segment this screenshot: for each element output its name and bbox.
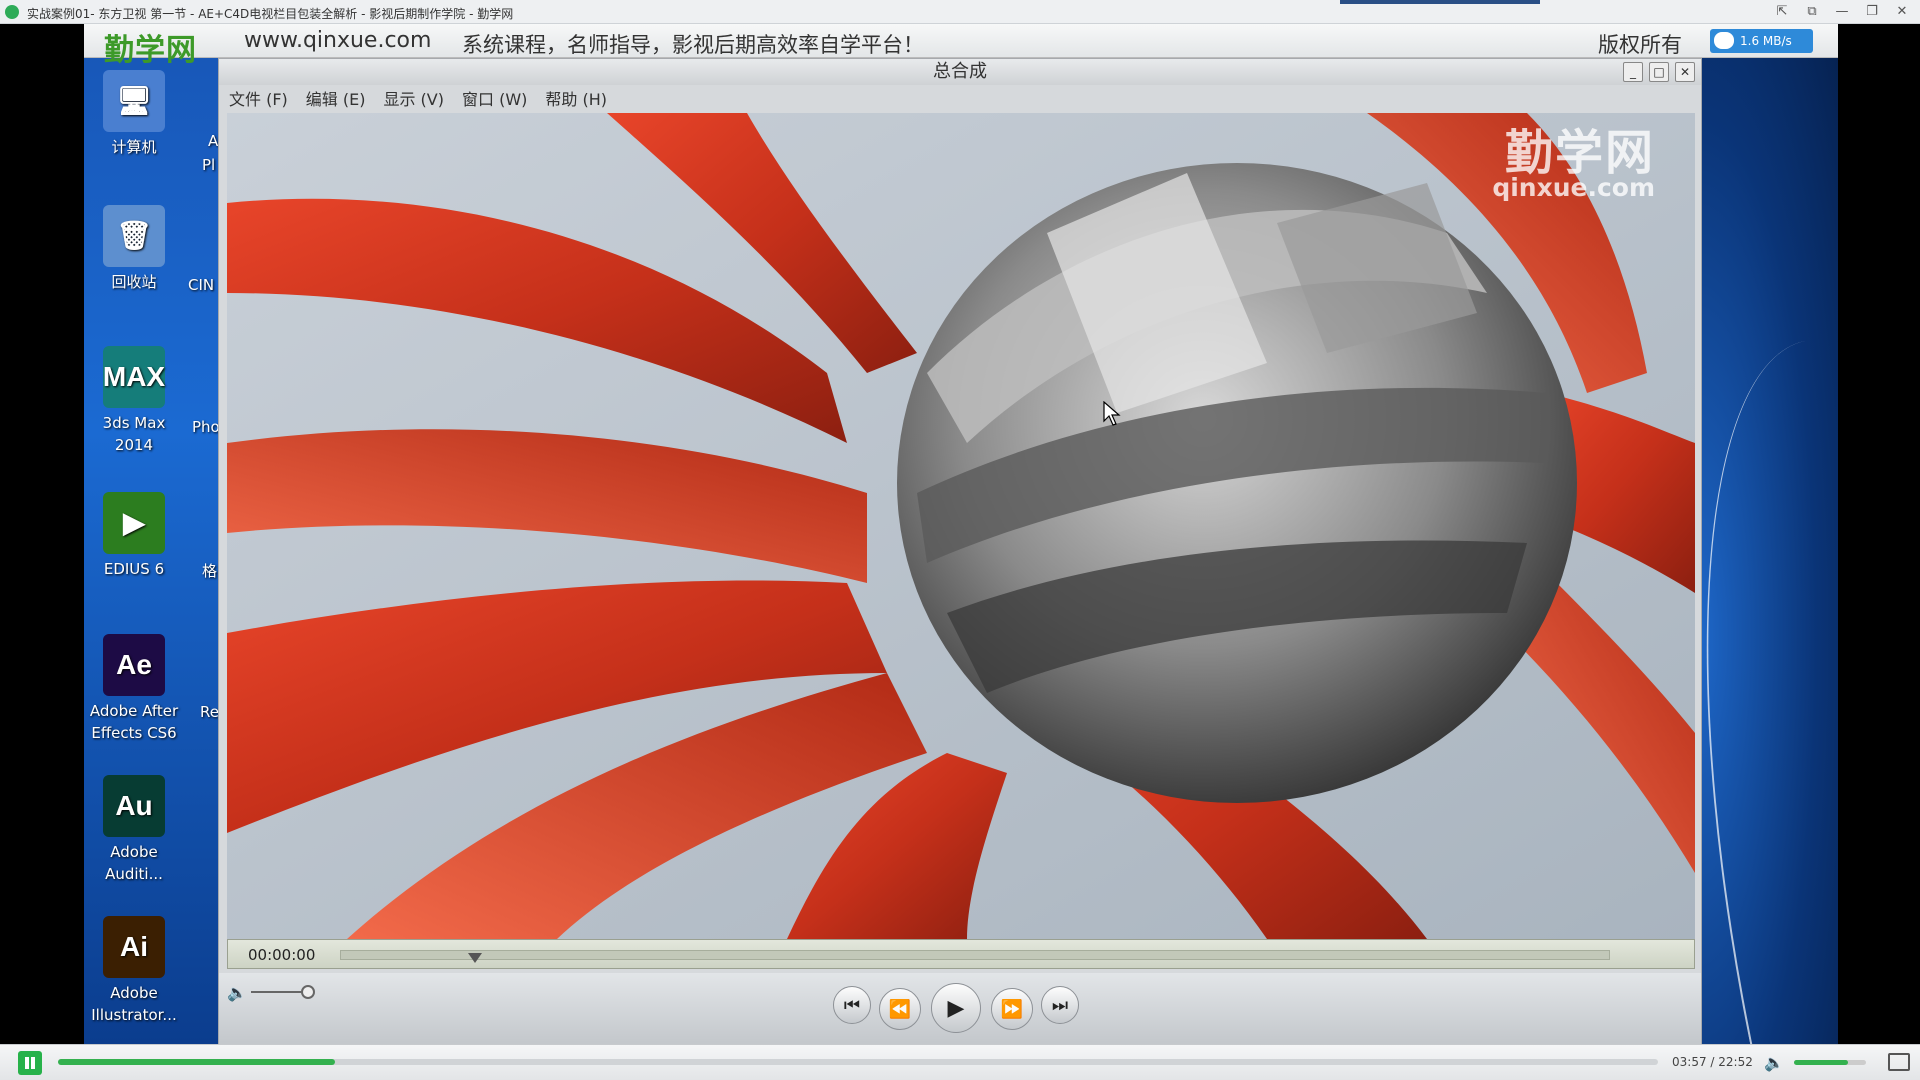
timeline-track[interactable]: [340, 950, 1610, 963]
skip-end-icon: ⏭: [1051, 994, 1069, 1016]
play-button[interactable]: ▶: [931, 983, 981, 1033]
menu-view[interactable]: 显示 (V): [381, 87, 446, 113]
desktop-icon[interactable]: Au Adobe Auditi...: [84, 775, 184, 885]
mouse-cursor-icon: [1103, 401, 1121, 426]
minimize-button[interactable]: —: [1832, 3, 1852, 21]
desktop-icon-label: Adobe After Effects CS6: [89, 702, 179, 742]
fast-forward-icon: ⏩: [1000, 998, 1024, 1020]
skip-start-button[interactable]: ⏮: [833, 986, 871, 1024]
volume-icon[interactable]: 🔈: [227, 983, 247, 1002]
player-control-bar: 03:57 / 22:52 🔈: [0, 1044, 1920, 1080]
video-viewport[interactable]: 勤学网 qinxue.com: [227, 113, 1695, 939]
desktop-partial-label[interactable]: A: [208, 132, 218, 150]
app-glyph-icon: Ai: [103, 916, 165, 978]
volume-fill: [1794, 1060, 1848, 1065]
desktop-partial-label[interactable]: Pl: [202, 156, 215, 174]
composition-menu-bar: 文件 (F) 编辑 (E) 显示 (V) 窗口 (W) 帮助 (H): [219, 87, 1701, 113]
desktop-icon[interactable]: 🖥 计算机: [84, 70, 184, 158]
download-speed-badge[interactable]: 1.6 MB/s: [1710, 29, 1813, 53]
desktop-icon[interactable]: ▶ EDIUS 6: [84, 492, 184, 580]
close-button[interactable]: ✕: [1892, 3, 1912, 21]
composition-title-bar: 总合成 _ □ ✕: [219, 59, 1701, 85]
render-frame: [227, 113, 1695, 939]
skip-start-icon: ⏮: [843, 994, 861, 1016]
window-controls: ⇱ ⧉ — ❐ ✕: [1772, 3, 1912, 21]
player-title-bar: 实战案例01- 东方卫视 第一节 - AE+C4D电视栏目包装全解析 - 影视后…: [0, 0, 1920, 24]
desktop-icon[interactable]: MAX 3ds Max 2014: [84, 346, 184, 456]
desktop-icon-label: 计算机: [111, 138, 157, 156]
playback-progress-fill: [58, 1059, 335, 1065]
pin-button[interactable]: ⇱: [1772, 3, 1792, 21]
pause-button[interactable]: [18, 1051, 42, 1075]
menu-edit[interactable]: 编辑 (E): [304, 87, 368, 113]
desktop-icon[interactable]: 🗑 回收站: [84, 205, 184, 293]
desktop-partial-label[interactable]: 格: [202, 560, 217, 581]
comp-volume-knob[interactable]: [301, 985, 315, 999]
app-glyph-icon: Au: [103, 775, 165, 837]
timeline-playhead[interactable]: [467, 953, 482, 963]
comp-maximize-button[interactable]: □: [1649, 62, 1669, 82]
desktop-wallpaper-right: [1609, 24, 1920, 1068]
watermark-en: qinxue.com: [1492, 173, 1655, 202]
volume-slider[interactable]: [1794, 1060, 1866, 1065]
rewind-button[interactable]: ⏪: [879, 988, 921, 1030]
app-glyph-icon: 🖥: [103, 70, 165, 132]
site-url: www.qinxue.com: [244, 28, 432, 53]
playback-time: 03:57 / 22:52: [1672, 1055, 1753, 1069]
skip-end-button[interactable]: ⏭: [1041, 986, 1079, 1024]
app-glyph-icon: ▶: [103, 492, 165, 554]
timecode: 00:00:00: [248, 946, 316, 964]
loading-indicator: [1340, 0, 1540, 4]
app-glyph-icon: Ae: [103, 634, 165, 696]
cloud-icon: [1714, 32, 1734, 49]
desktop-icon-label: 回收站: [111, 273, 157, 291]
playback-progress-bar[interactable]: [58, 1059, 1658, 1065]
restore-button[interactable]: ❐: [1862, 3, 1882, 21]
fast-forward-button[interactable]: ⏩: [991, 988, 1033, 1030]
play-icon: ▶: [947, 995, 965, 1021]
desktop-icon-label: Adobe Illustrator...: [91, 984, 177, 1024]
mini-mode-button[interactable]: ⧉: [1802, 3, 1822, 21]
desktop-partial-label[interactable]: Pho: [192, 418, 220, 436]
app-icon: [5, 5, 19, 19]
desktop-icon-label: EDIUS 6: [103, 560, 165, 578]
video-watermark: 勤学网 qinxue.com: [1492, 113, 1655, 202]
menu-file[interactable]: 文件 (F): [227, 87, 290, 113]
desktop-icon-label: Adobe Auditi...: [105, 843, 163, 883]
comp-minimize-button[interactable]: _: [1623, 62, 1643, 82]
comp-timeline: 00:00:00: [227, 939, 1695, 969]
desktop-icon[interactable]: Ae Adobe After Effects CS6: [84, 634, 184, 744]
desktop-partial-label[interactable]: Re: [200, 703, 219, 721]
composition-title: 总合成: [933, 61, 987, 82]
site-logo: 勤学网: [104, 33, 197, 68]
site-banner: 勤学网 www.qinxue.com 系统课程，名师指导，影视后期高效率自学平台…: [84, 24, 1838, 68]
screen: 实战案例01- 东方卫视 第一节 - AE+C4D电视栏目包装全解析 - 影视后…: [0, 0, 1920, 1080]
menu-window[interactable]: 窗口 (W): [460, 87, 529, 113]
desktop-icon-label: 3ds Max 2014: [102, 414, 166, 454]
fullscreen-button[interactable]: [1888, 1053, 1910, 1071]
desktop-partial-label[interactable]: CIN: [188, 276, 214, 294]
desktop-icon[interactable]: Ai Adobe Illustrator...: [84, 916, 184, 1026]
copyright-text: 版权所有: [1598, 33, 1682, 57]
rewind-icon: ⏪: [888, 998, 912, 1020]
transport-controls: 🔈 ⏮ ⏪ ▶ ⏩ ⏭: [219, 973, 1701, 1045]
comp-close-button[interactable]: ✕: [1675, 62, 1695, 82]
window-title: 实战案例01- 东方卫视 第一节 - AE+C4D电视栏目包装全解析 - 影视后…: [27, 7, 514, 21]
site-slogan: 系统课程，名师指导，影视后期高效率自学平台！: [462, 33, 924, 57]
composition-window: 总合成 _ □ ✕ 文件 (F) 编辑 (E) 显示 (V) 窗口 (W) 帮助…: [218, 58, 1702, 1045]
download-speed: 1.6 MB/s: [1740, 34, 1792, 48]
menu-help[interactable]: 帮助 (H): [543, 87, 609, 113]
app-glyph-icon: MAX: [103, 346, 165, 408]
app-glyph-icon: 🗑: [103, 205, 165, 267]
speaker-icon[interactable]: 🔈: [1764, 1053, 1784, 1072]
